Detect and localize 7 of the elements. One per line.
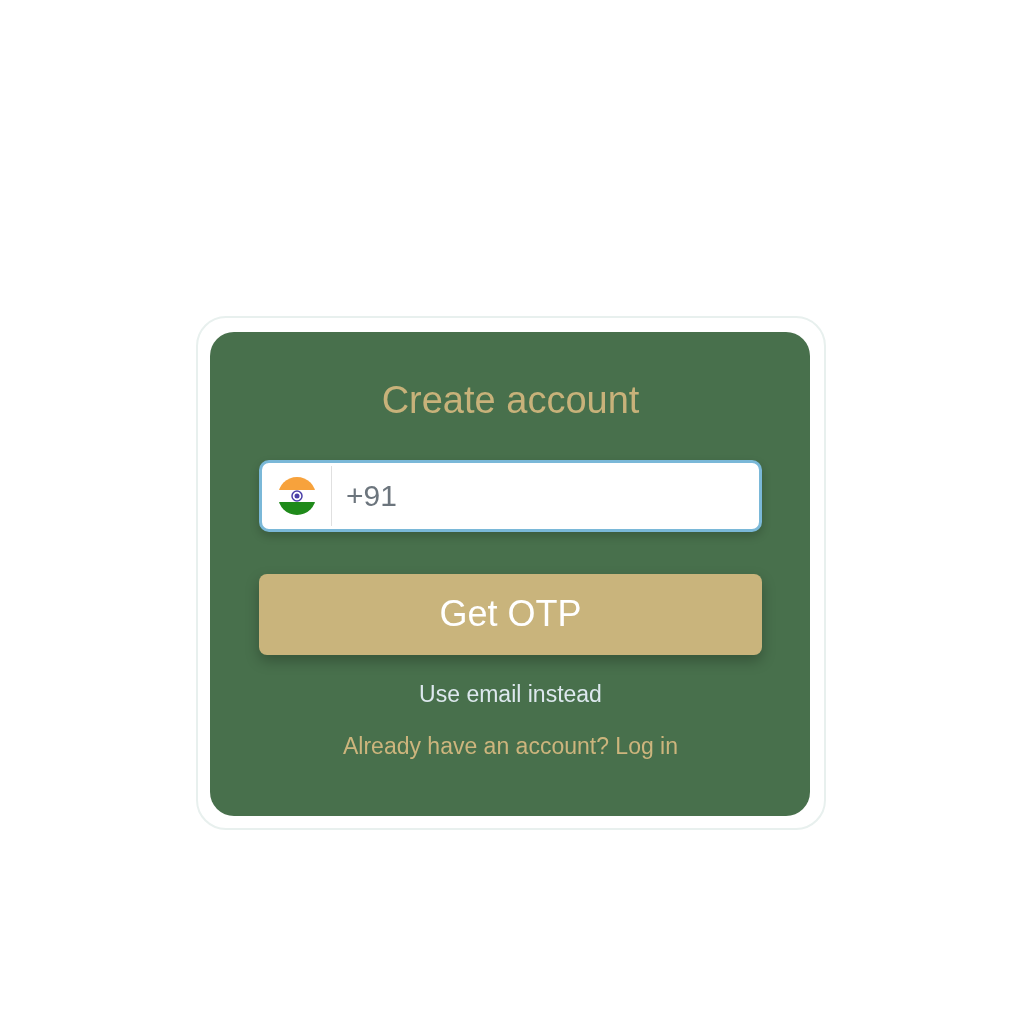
phone-field[interactable]: +91 bbox=[259, 459, 762, 532]
phone-input[interactable]: +91 bbox=[332, 462, 759, 529]
flag-icon[interactable] bbox=[277, 476, 316, 515]
email-link[interactable]: Use email instead bbox=[419, 676, 602, 712]
page-title: Create account bbox=[380, 378, 641, 423]
login-link[interactable]: Already have an account? Log in bbox=[343, 729, 678, 764]
get-otp-button[interactable]: Get OTP bbox=[259, 573, 762, 655]
